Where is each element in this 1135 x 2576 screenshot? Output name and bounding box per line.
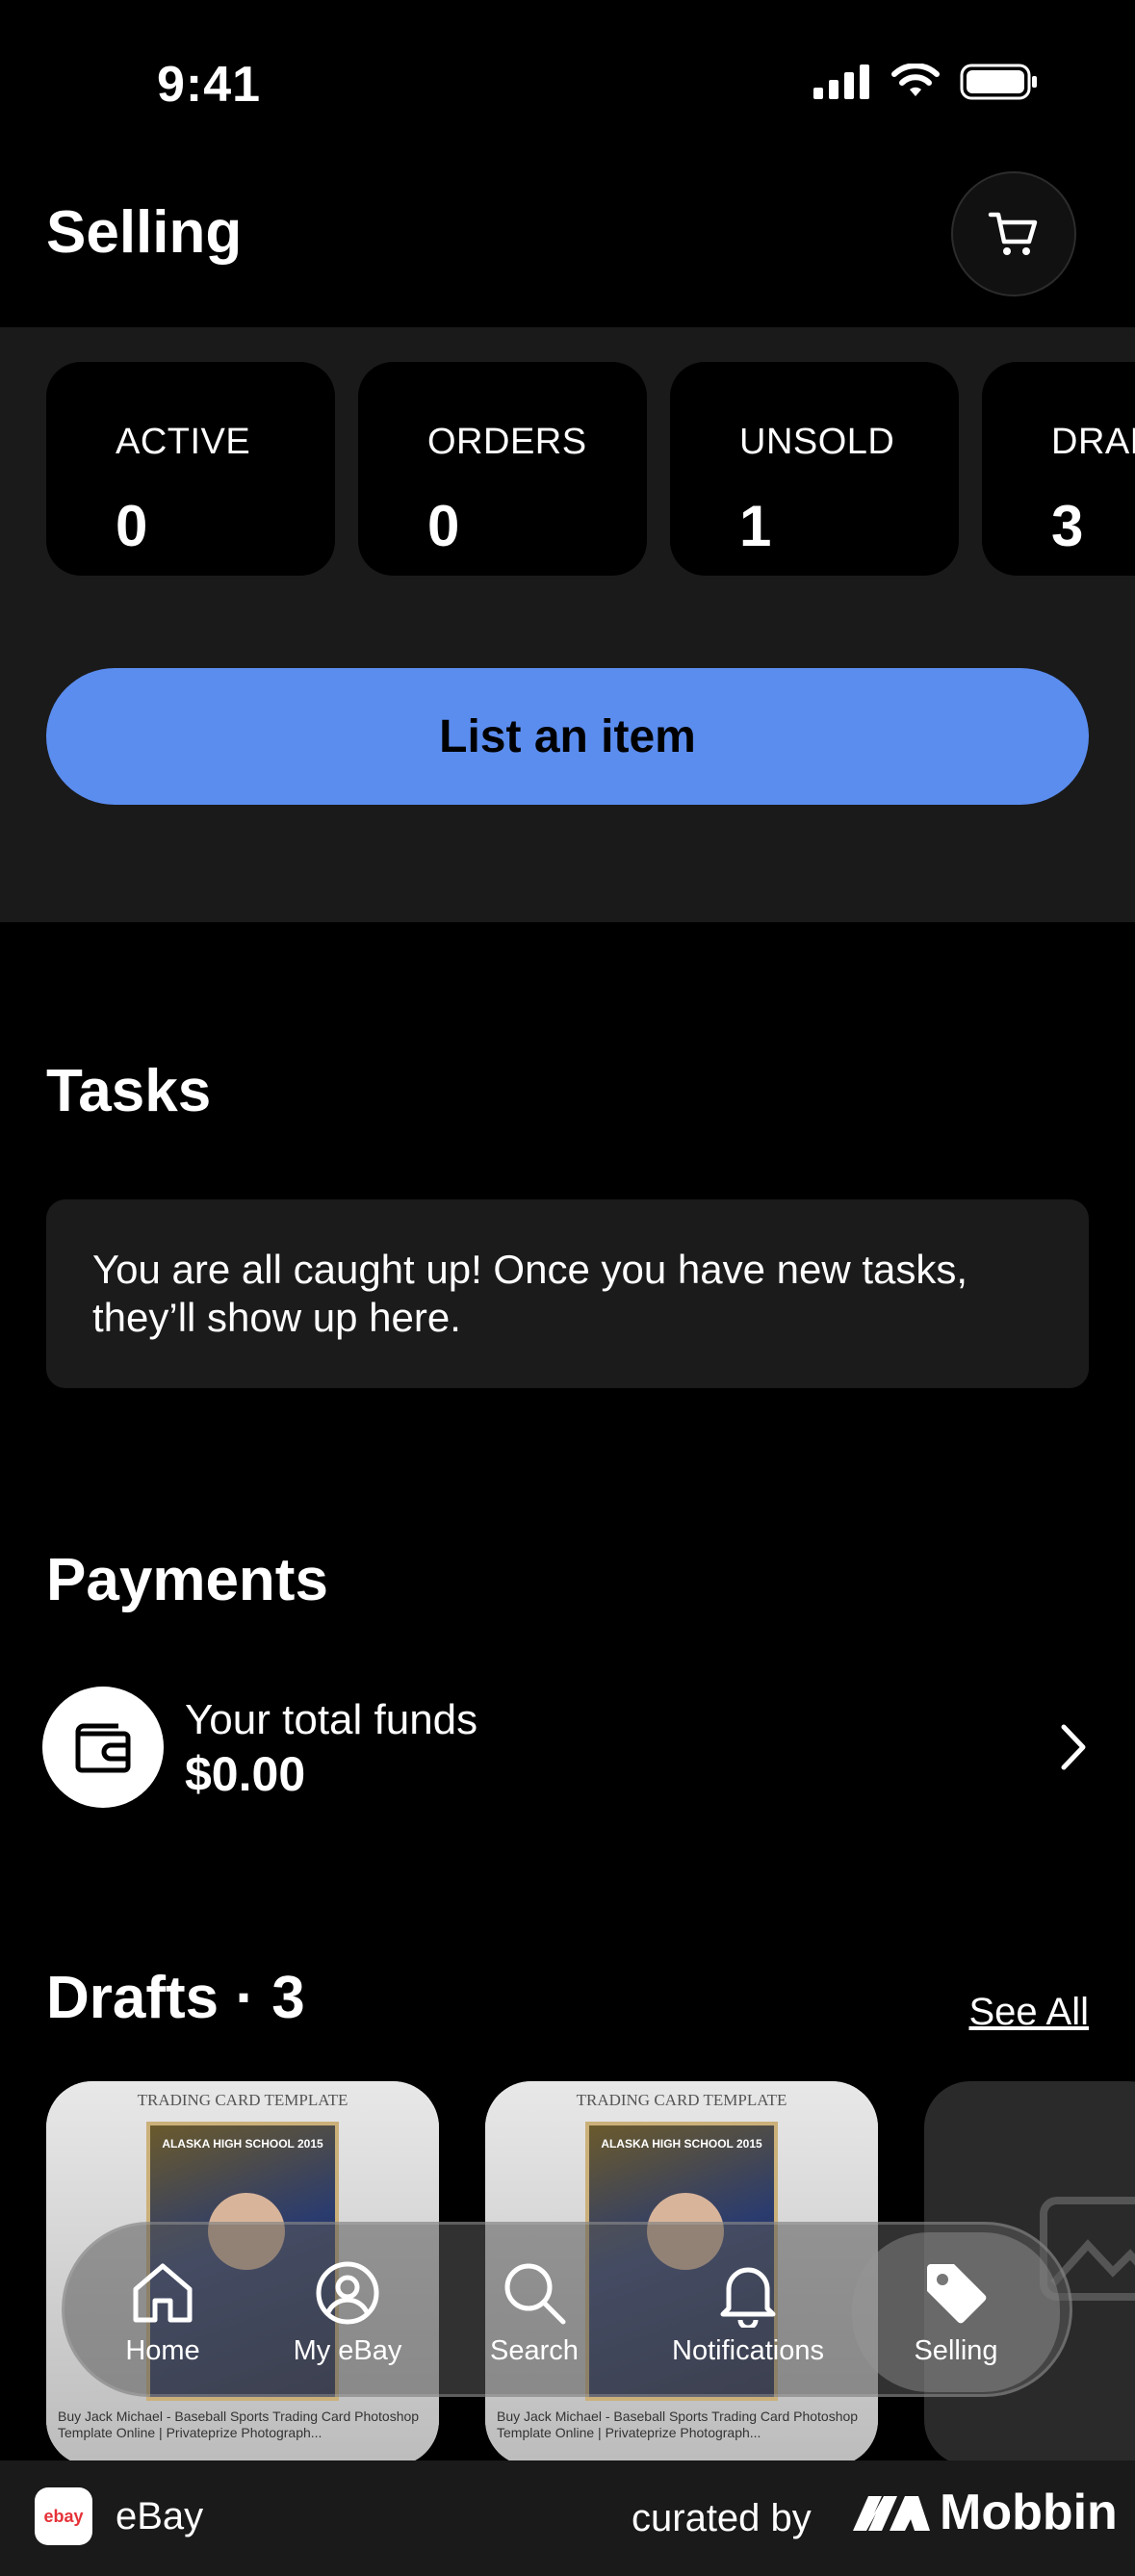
ebay-logo-text: ebay bbox=[43, 2506, 84, 2526]
profile-icon bbox=[316, 2261, 379, 2324]
see-all-link[interactable]: See All bbox=[968, 1991, 1089, 2034]
header: Selling bbox=[0, 164, 1135, 327]
tab-my-ebay[interactable]: My eBay bbox=[271, 2225, 425, 2400]
cellular-signal-icon bbox=[813, 64, 869, 99]
mobbin-brand-text: Mobbin bbox=[940, 2485, 1118, 2540]
stats-row[interactable]: ACTIVE 0 ORDERS 0 UNSOLD 1 DRAFTS 3 bbox=[46, 362, 1135, 578]
tasks-card: You are all caught up! Once you have new… bbox=[46, 1199, 1089, 1388]
wallet-icon bbox=[75, 1723, 131, 1773]
funds-amount: $0.00 bbox=[185, 1747, 306, 1801]
cart-icon bbox=[988, 212, 1038, 255]
total-funds-row[interactable]: Your total funds $0.00 bbox=[42, 1687, 1089, 1808]
status-time: 9:41 bbox=[157, 57, 262, 113]
tab-selling[interactable]: Selling bbox=[852, 2232, 1060, 2392]
template-label: TRADING CARD TEMPLATE bbox=[137, 2091, 348, 2109]
selling-overview-panel: ACTIVE 0 ORDERS 0 UNSOLD 1 DRAFTS 3 List… bbox=[0, 327, 1135, 922]
wallet-icon-badge bbox=[42, 1687, 164, 1808]
page-title: Selling bbox=[46, 199, 243, 266]
tab-notifications[interactable]: Notifications bbox=[661, 2225, 835, 2400]
bottom-tab-bar: Home My eBay Search Notifications Sellin… bbox=[62, 2222, 1072, 2397]
stat-value: 0 bbox=[116, 494, 148, 558]
list-an-item-button[interactable]: List an item bbox=[46, 668, 1089, 805]
tab-label: Search bbox=[490, 2334, 579, 2366]
footer-curated-by: curated by bbox=[632, 2497, 812, 2539]
mobbin-brand: Mobbin bbox=[851, 2484, 1118, 2541]
ebay-logo: ebay bbox=[35, 2487, 92, 2545]
card-photo-title: ALASKA HIGH SCHOOL 2015 bbox=[601, 2137, 762, 2151]
tag-icon bbox=[927, 2263, 987, 2323]
stat-value: 3 bbox=[1051, 494, 1084, 558]
bell-icon bbox=[720, 2267, 776, 2328]
status-bar: 9:41 bbox=[0, 0, 1135, 164]
stat-label: ACTIVE bbox=[116, 422, 251, 462]
mobbin-logo-icon bbox=[853, 2496, 930, 2531]
draft-caption: Buy Jack Michael - Baseball Sports Tradi… bbox=[58, 2409, 420, 2440]
stat-card-unsold[interactable]: UNSOLD 1 bbox=[670, 362, 959, 576]
tab-label: My eBay bbox=[293, 2334, 402, 2366]
draft-caption: Buy Jack Michael - Baseball Sports Tradi… bbox=[497, 2409, 859, 2440]
status-icons bbox=[813, 64, 1039, 100]
footer-banner: ebay eBay curated by Mobbin bbox=[0, 2460, 1135, 2576]
stat-label: ORDERS bbox=[427, 422, 587, 462]
home-icon bbox=[133, 2263, 193, 2322]
stat-card-active[interactable]: ACTIVE 0 bbox=[46, 362, 335, 576]
wifi-icon bbox=[891, 64, 940, 96]
tasks-message: You are all caught up! Once you have new… bbox=[92, 1247, 968, 1340]
tasks-title: Tasks bbox=[46, 1058, 212, 1124]
stat-card-orders[interactable]: ORDERS 0 bbox=[358, 362, 647, 576]
cart-button[interactable] bbox=[951, 171, 1076, 296]
tab-label: Home bbox=[125, 2334, 200, 2366]
tab-label: Selling bbox=[914, 2334, 998, 2366]
footer-app-name: eBay bbox=[116, 2495, 204, 2537]
stat-value: 1 bbox=[739, 494, 772, 558]
battery-icon bbox=[960, 64, 1037, 100]
stat-card-drafts[interactable]: DRAFTS 3 bbox=[982, 362, 1135, 576]
drafts-title: Drafts · 3 bbox=[46, 1965, 305, 2031]
payments-title: Payments bbox=[46, 1547, 328, 1613]
stat-label: DRAFTS bbox=[1051, 422, 1135, 462]
funds-label: Your total funds bbox=[185, 1696, 478, 1743]
tab-search[interactable]: Search bbox=[457, 2225, 611, 2400]
tab-home[interactable]: Home bbox=[86, 2225, 240, 2400]
card-photo-title: ALASKA HIGH SCHOOL 2015 bbox=[162, 2137, 323, 2151]
stat-label: UNSOLD bbox=[739, 422, 895, 462]
template-label: TRADING CARD TEMPLATE bbox=[576, 2091, 787, 2109]
tab-label: Notifications bbox=[672, 2334, 824, 2366]
search-icon bbox=[504, 2263, 566, 2324]
stat-value: 0 bbox=[427, 494, 460, 558]
chevron-right-icon bbox=[1061, 1724, 1086, 1770]
